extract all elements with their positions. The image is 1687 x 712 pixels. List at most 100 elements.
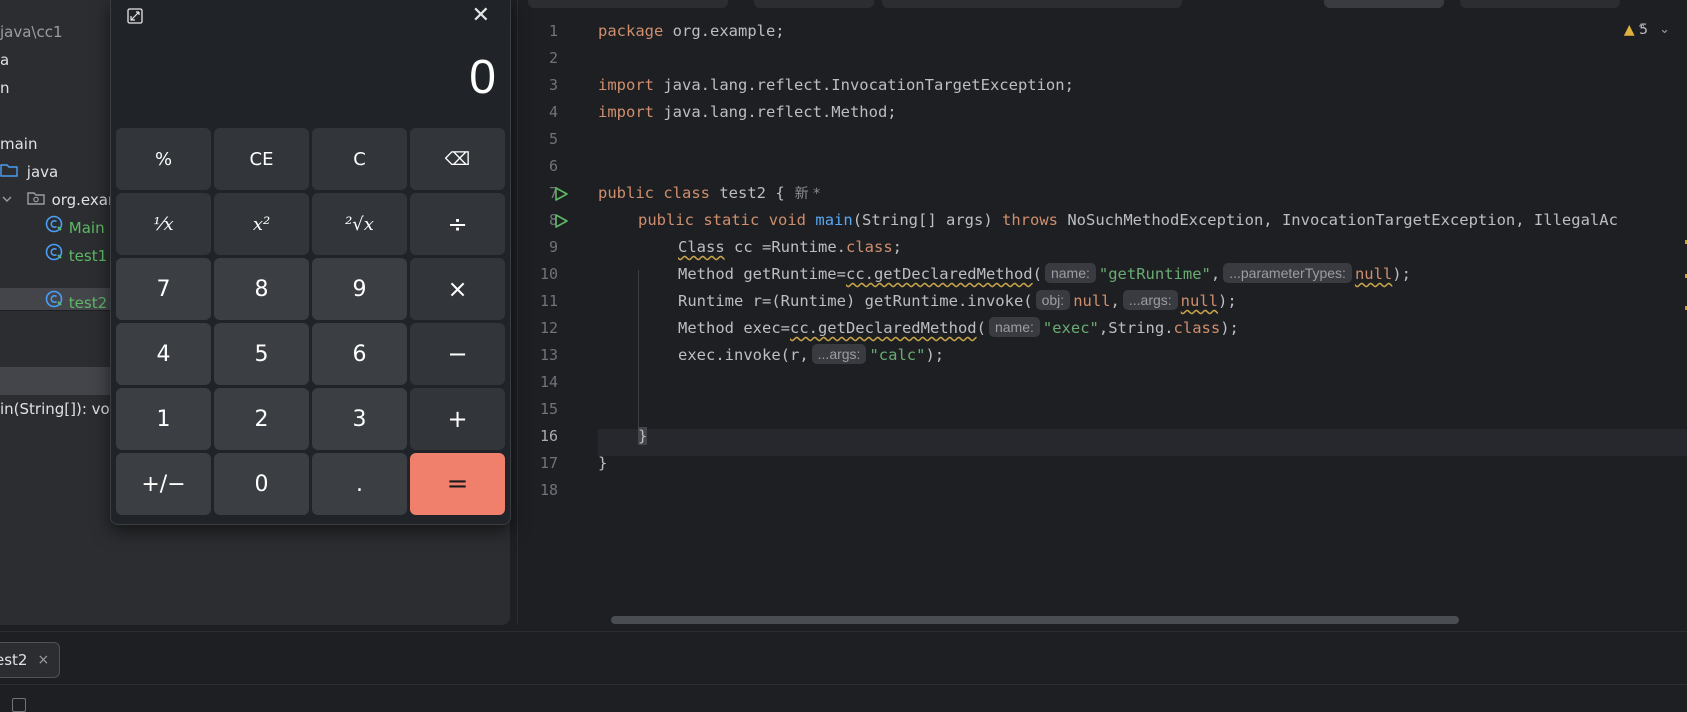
digit-0-key[interactable]: 0 [214,453,309,515]
keyword: null [1180,292,1218,310]
digit-9-key[interactable]: 9 [312,258,407,320]
keyword: class [1173,319,1221,337]
code-text: ; [892,238,903,256]
key-label: 2 [254,406,269,432]
code-text: ( [976,319,986,337]
chevron-down-icon[interactable]: ⌄ [1659,22,1682,37]
warning-icon: ▲ [1623,22,1635,38]
key-label: 1 [156,406,171,432]
clear-entry-key[interactable]: CE [214,128,309,190]
project-path-row[interactable]: java\cc1 [0,18,63,46]
editor-tab[interactable] [528,0,728,8]
chevron-up-icon[interactable]: ⌃ [1636,22,1659,37]
line-number: 14 [539,373,558,391]
indent-guide [638,270,639,430]
digit-5-key[interactable]: 5 [214,323,309,385]
tree-row-test1[interactable]: test1 [44,242,107,270]
code-text: ); [1220,319,1239,337]
editor-tab[interactable] [1460,0,1620,8]
decimal-key[interactable]: . [312,453,407,515]
parameter-hint: ...parameterTypes: [1223,263,1352,283]
line-number: 16 [539,427,558,445]
key-label: 4 [156,341,171,367]
digit-4-key[interactable]: 4 [116,323,211,385]
calculator-display: 0 [469,51,496,104]
equals-key[interactable]: = [410,453,505,515]
string-literal: "getRuntime" [1098,265,1211,283]
square-root-key[interactable]: ²√x [312,193,407,255]
tree-row-test2[interactable]: test2 [44,288,107,310]
digit-3-key[interactable]: 3 [312,388,407,450]
keyword: class [663,184,711,202]
scrollbar-thumb[interactable] [611,616,1459,624]
digit-6-key[interactable]: 6 [312,323,407,385]
keyword: throws [1002,211,1058,229]
key-label: % [154,148,173,170]
code-text: } [598,454,608,472]
line-number: 12 [539,319,558,337]
add-key[interactable]: + [410,388,505,450]
digit-7-key[interactable]: 7 [116,258,211,320]
keyword: null [1073,292,1111,310]
tree-row-package[interactable]: org.exam [0,186,123,214]
code-text: , [1110,292,1120,310]
code-line-10: Method getRuntime=cc.getDeclaredMethod(n… [678,261,1411,288]
reciprocal-key[interactable]: ⅟x [116,193,211,255]
line-number: 3 [548,76,558,94]
chevron-down-icon[interactable] [0,187,14,215]
calculator-titlebar[interactable]: ✕ [111,0,510,32]
line-number: 13 [539,346,558,364]
negate-key[interactable]: +/− [116,453,211,515]
backspace-key[interactable]: ⌫ [410,128,505,190]
square-key[interactable]: x² [214,193,309,255]
code-line-1: package org.example; [598,18,785,45]
code-line-11: Runtime r=(Runtime) getRuntime.invoke(ob… [678,288,1237,315]
tree-row-main[interactable]: main [0,130,37,158]
clear-key[interactable]: C [312,128,407,190]
tree-row-label: n [0,79,10,97]
tree-row-label: main [0,135,38,153]
problem-navigation[interactable]: ⌃⌄ [1636,22,1682,37]
editor-tab-active[interactable] [1324,0,1444,8]
restore-window-icon[interactable] [125,6,145,26]
code-editor[interactable]: ▲ 5 ⌃⌄ 1 2 3 4 5 6 7 8 9 10 11 12 13 14 … [517,0,1687,625]
line-number: 17 [539,454,558,472]
keyword: null [1354,265,1393,283]
parameter-hint: ...args: [811,344,867,364]
tree-row-java[interactable]: java [0,158,58,186]
run-tab-test2[interactable]: est2 × [0,642,61,678]
multiply-key[interactable]: × [410,258,505,320]
method-name: main [815,211,853,229]
project-path-label: java\cc1 [0,23,63,41]
line-number: 8 [548,211,558,229]
author-hint[interactable]: 新 * [795,186,820,202]
divide-key[interactable]: ÷ [410,193,505,255]
run-icon[interactable] [553,186,571,204]
checkbox[interactable] [12,698,26,712]
digit-8-key[interactable]: 8 [214,258,309,320]
digit-1-key[interactable]: 1 [116,388,211,450]
subtract-key[interactable]: − [410,323,505,385]
tree-row-main-class[interactable]: Main [44,214,105,242]
line-number: 4 [548,103,558,121]
line-number: 5 [548,130,558,148]
code-text: cc.getDeclaredMethod [845,265,1033,283]
editor-tab[interactable] [754,0,874,8]
tree-row-n[interactable]: n [0,74,10,102]
editor-tab[interactable] [882,0,1182,8]
divider [0,684,1687,685]
keyword: void [768,211,807,229]
horizontal-scrollbar[interactable] [603,614,1683,624]
percent-key[interactable]: % [116,128,211,190]
tree-row-a[interactable]: a [0,46,9,74]
code-line-12: Method exec=cc.getDeclaredMethod(name: "e… [678,315,1239,342]
digit-2-key[interactable]: 2 [214,388,309,450]
run-tool-window: est2 × [0,631,1687,712]
code-line-9: Class cc =Runtime.class; [678,234,902,261]
code-text: Runtime r=(Runtime) getRuntime.invoke( [678,292,1033,310]
close-icon[interactable]: × [37,652,49,668]
run-icon[interactable] [553,213,571,231]
structure-item-main[interactable]: in(String[]): voic [0,400,122,418]
close-icon[interactable]: ✕ [472,3,490,28]
line-number: 18 [539,481,558,499]
